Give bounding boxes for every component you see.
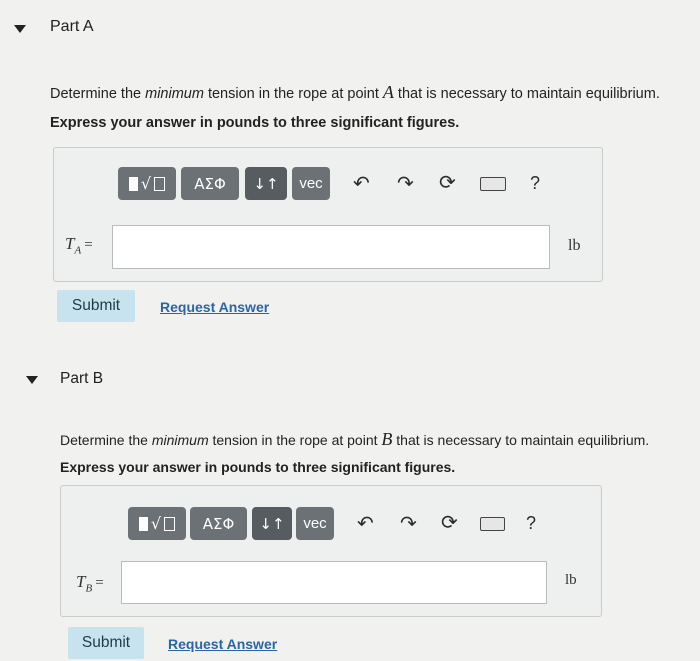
greek-letters-button[interactable]: ΑΣΦ xyxy=(181,167,239,200)
part-b-answer-input[interactable] xyxy=(121,561,547,604)
part-b-unit: lb xyxy=(565,572,577,588)
vec-button[interactable]: vec xyxy=(292,167,330,200)
part-b-instruction: Express your answer in pounds to three s… xyxy=(60,459,456,475)
part-b-question: Determine the minimum tension in the rop… xyxy=(60,429,650,449)
templates-icon: √ xyxy=(128,174,166,193)
sort-button[interactable]: ↓↑ xyxy=(252,507,292,540)
redo-icon[interactable]: ↷ xyxy=(397,173,414,193)
undo-icon[interactable]: ↶ xyxy=(353,173,370,193)
sort-button[interactable]: ↓↑ xyxy=(245,167,287,200)
part-b-title: Part B xyxy=(60,370,104,387)
help-icon[interactable]: ? xyxy=(526,514,536,532)
part-a-submit-button[interactable]: Submit xyxy=(57,290,135,322)
part-a-unit: lb xyxy=(568,237,581,254)
undo-icon[interactable]: ↶ xyxy=(357,513,374,533)
part-a-instruction: Express your answer in pounds to three s… xyxy=(50,115,460,131)
part-a-request-answer-link[interactable]: Request Answer xyxy=(160,299,269,315)
redo-icon[interactable]: ↷ xyxy=(400,513,417,533)
part-b-submit-button[interactable]: Submit xyxy=(68,627,144,659)
templates-icon: √ xyxy=(138,514,176,533)
collapse-part-a-icon[interactable] xyxy=(14,25,26,33)
templates-button[interactable]: √ xyxy=(118,167,176,200)
part-a-question: Determine the minimum tension in the rop… xyxy=(50,82,660,102)
help-icon[interactable]: ? xyxy=(530,174,540,192)
part-b-request-answer-link[interactable]: Request Answer xyxy=(168,636,277,652)
part-a-title: Part A xyxy=(50,18,94,35)
part-a-answer-input[interactable] xyxy=(112,225,550,269)
reset-icon[interactable]: ⟳ xyxy=(441,512,458,532)
keyboard-icon[interactable] xyxy=(480,177,506,191)
part-b-variable-label: TB = xyxy=(76,572,104,595)
templates-button[interactable]: √ xyxy=(128,507,186,540)
keyboard-icon[interactable] xyxy=(480,517,505,531)
reset-icon[interactable]: ⟳ xyxy=(439,172,456,192)
vec-button[interactable]: vec xyxy=(296,507,334,540)
part-a-variable-label: TA = xyxy=(65,234,93,257)
collapse-part-b-icon[interactable] xyxy=(26,376,38,384)
greek-letters-button[interactable]: ΑΣΦ xyxy=(190,507,247,540)
